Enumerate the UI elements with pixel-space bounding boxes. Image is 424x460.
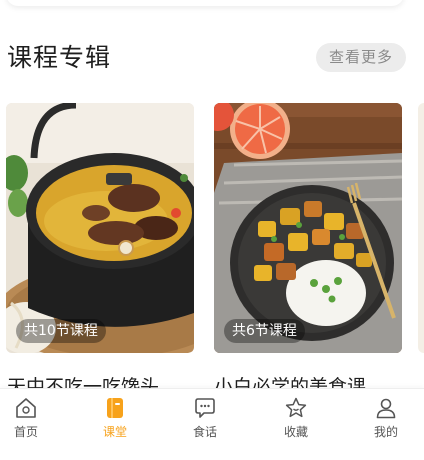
lesson-count-badge: 共6节课程 bbox=[224, 319, 305, 343]
tab-label: 我的 bbox=[373, 425, 398, 439]
tab-label: 课堂 bbox=[102, 425, 127, 439]
tab-favorites[interactable]: 收藏 bbox=[266, 389, 326, 449]
section-title: 课程专辑 bbox=[7, 43, 112, 72]
lesson-count-badge: 共10节课程 bbox=[16, 319, 106, 343]
chat-icon bbox=[195, 398, 215, 418]
course-cover-image bbox=[6, 103, 194, 353]
course-cover-image bbox=[214, 103, 402, 353]
tab-label: 食话 bbox=[192, 425, 217, 439]
course-card[interactable]: 共6节课程 bbox=[214, 103, 402, 353]
tab-classroom[interactable]: 课堂 bbox=[85, 389, 145, 449]
tab-label: 收藏 bbox=[283, 425, 308, 439]
star-icon bbox=[285, 397, 307, 418]
view-more-button[interactable]: 查看更多 bbox=[316, 43, 406, 72]
tab-label: 首页 bbox=[13, 425, 38, 439]
section-header: 课程专辑 查看更多 bbox=[0, 34, 424, 78]
course-album-list: 共10节课程 共6节课程 bbox=[0, 103, 424, 353]
tab-food-talk[interactable]: 食话 bbox=[175, 389, 235, 449]
next-course-card-peek[interactable] bbox=[418, 103, 424, 353]
book-icon bbox=[107, 398, 123, 418]
home-icon bbox=[16, 398, 36, 418]
course-card[interactable]: 共10节课程 bbox=[6, 103, 194, 353]
tab-home[interactable]: 首页 bbox=[0, 389, 56, 449]
bottom-tab-bar: 首页 课堂 食话 收藏 我的 bbox=[0, 388, 424, 460]
previous-content-card bbox=[6, 0, 404, 6]
tab-profile[interactable]: 我的 bbox=[356, 389, 416, 449]
user-icon bbox=[376, 398, 396, 419]
